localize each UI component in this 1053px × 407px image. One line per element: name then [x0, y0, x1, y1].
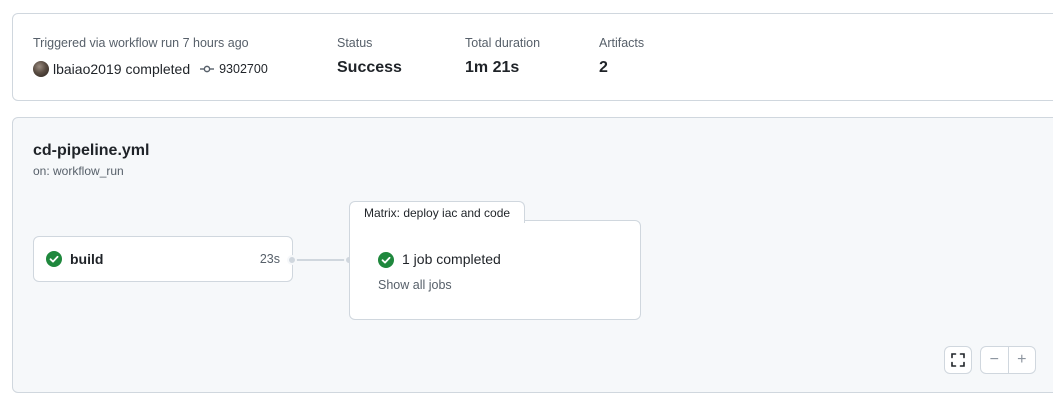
- success-check-icon: [46, 251, 62, 267]
- connector-dot-out: [287, 255, 297, 265]
- workflow-trigger: on: workflow_run: [33, 164, 124, 178]
- job-duration: 23s: [259, 252, 280, 266]
- commit-sha: 9302700: [219, 62, 268, 76]
- matrix-group: [349, 220, 641, 320]
- avatar[interactable]: [33, 61, 49, 77]
- trigger-label: Triggered via workflow run 7 hours ago: [33, 36, 249, 50]
- fullscreen-button[interactable]: [944, 346, 972, 374]
- artifacts-value[interactable]: 2: [599, 59, 608, 77]
- duration-label: Total duration: [465, 36, 541, 50]
- workflow-graph-panel: cd-pipeline.yml on: workflow_run build 2…: [12, 117, 1053, 393]
- run-summary-card: Triggered via workflow run 7 hours ago l…: [12, 13, 1053, 101]
- zoom-controls: − +: [980, 346, 1036, 374]
- matrix-status-text: 1 job completed: [402, 251, 501, 267]
- fullscreen-icon: [951, 353, 965, 367]
- job-connector-line: [296, 259, 350, 261]
- status-label: Status: [337, 36, 373, 50]
- actor-link[interactable]: lbaiao2019: [53, 61, 122, 77]
- duration-value: 1m 21s: [465, 59, 520, 76]
- zoom-in-button[interactable]: +: [1007, 347, 1036, 373]
- job-card-build[interactable]: build 23s: [33, 236, 293, 282]
- zoom-out-button[interactable]: −: [981, 347, 1008, 373]
- show-all-jobs-link[interactable]: Show all jobs: [378, 278, 452, 292]
- matrix-title: Matrix: deploy iac and code: [349, 201, 526, 223]
- status-value: Success: [337, 59, 402, 76]
- success-check-icon: [378, 252, 394, 268]
- trigger-line: lbaiao2019 completed 9302700: [33, 61, 268, 77]
- artifacts-label: Artifacts: [599, 36, 645, 50]
- commit-link[interactable]: 9302700: [200, 62, 268, 76]
- action-text: completed: [125, 61, 191, 77]
- workflow-file-name: cd-pipeline.yml: [33, 142, 150, 159]
- commit-icon: [200, 65, 215, 73]
- job-name: build: [70, 251, 104, 267]
